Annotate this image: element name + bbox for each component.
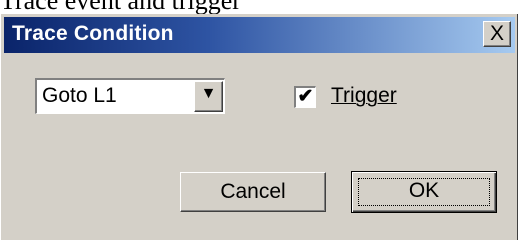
dialog-title: Trace Condition (12, 22, 174, 45)
background-text: Trace event and trigger (0, 0, 241, 14)
close-button[interactable]: X (483, 21, 511, 47)
cancel-button-label: Cancel (220, 180, 286, 203)
trace-condition-dialog: Trace Condition X Goto L1 ▼ ✔ Trigger Ca… (0, 14, 518, 240)
ok-button[interactable]: OK (351, 171, 497, 213)
chevron-down-icon: ▼ (200, 85, 217, 102)
close-icon: X (489, 22, 504, 45)
goto-select-dropdown-button[interactable]: ▼ (194, 81, 223, 112)
trigger-label[interactable]: Trigger (331, 84, 397, 108)
check-icon: ✔ (297, 86, 314, 107)
trigger-checkbox[interactable]: ✔ (294, 86, 316, 108)
goto-select-value: Goto L1 (42, 84, 117, 107)
goto-select[interactable]: Goto L1 ▼ (35, 78, 225, 114)
background-document-fragment: Trace event and trigger (0, 0, 518, 14)
ok-button-label: OK (408, 179, 440, 202)
title-bar[interactable]: Trace Condition X (4, 17, 515, 53)
cancel-button[interactable]: Cancel (180, 172, 326, 212)
